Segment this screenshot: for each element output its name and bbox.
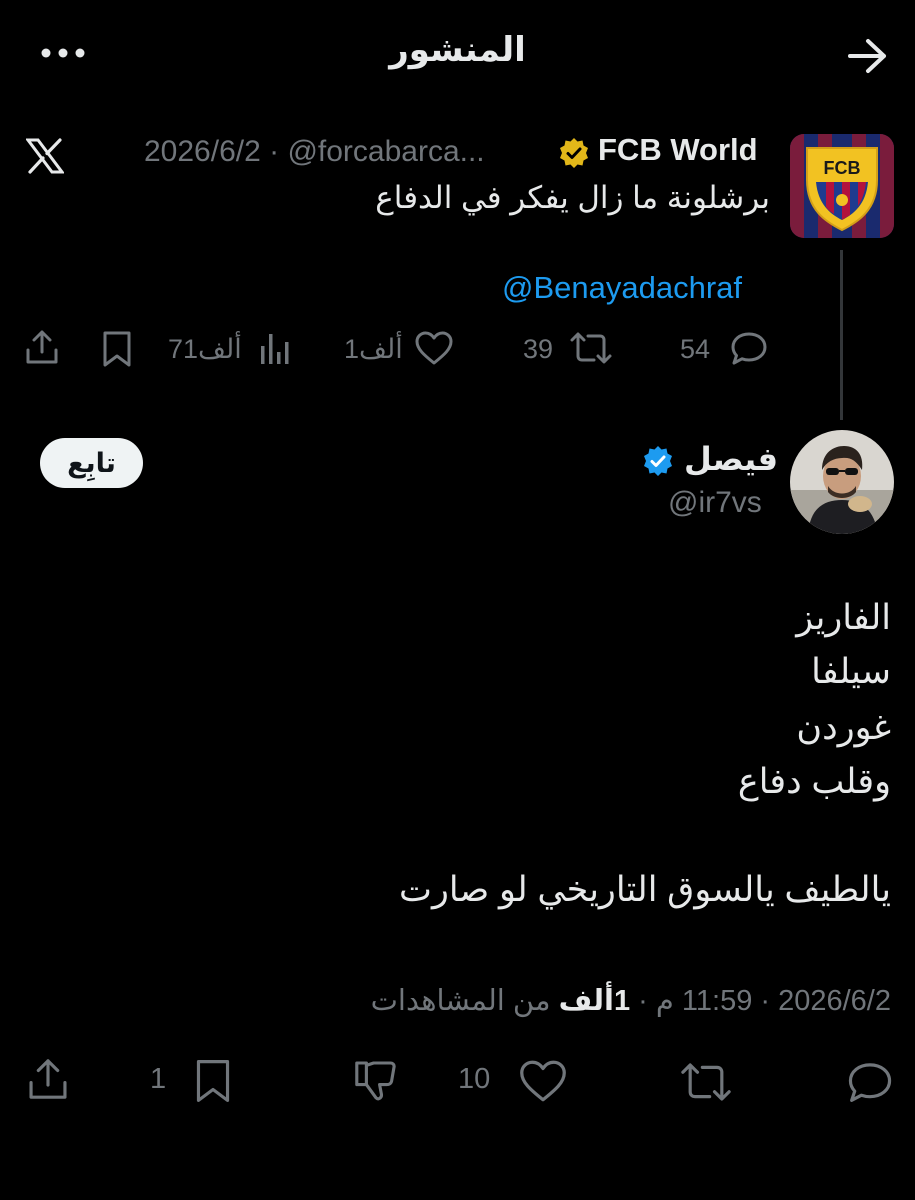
quoted-like-count: 1ألف bbox=[344, 334, 403, 364]
views-chart-icon[interactable] bbox=[258, 332, 292, 366]
author-handle[interactable]: @ir7vs bbox=[668, 486, 762, 520]
heart-icon[interactable] bbox=[414, 330, 454, 366]
quoted-reply-count: 54 bbox=[680, 334, 711, 364]
thumbs-down-icon[interactable] bbox=[352, 1058, 400, 1104]
quoted-tweet-text: برشلونة ما زال يفكر في الدفاع bbox=[375, 180, 770, 215]
quoted-views-count: 71ألف bbox=[168, 334, 242, 364]
tweet-text-line: وقلب دفاع bbox=[737, 762, 891, 801]
views-suffix: من المشاهدات bbox=[370, 985, 551, 1017]
meta-separator: · bbox=[638, 985, 656, 1017]
follow-button[interactable]: تابِع bbox=[40, 438, 143, 488]
quoted-author-name[interactable]: FCB World bbox=[598, 132, 758, 168]
heart-icon[interactable] bbox=[518, 1058, 568, 1104]
share-icon[interactable] bbox=[24, 328, 60, 366]
tweet-meta: من المشاهدات 1ألف · 11:59 م · 2026/6/2 bbox=[371, 983, 891, 1018]
bookmark-icon[interactable] bbox=[192, 1058, 234, 1104]
page-title: المنشور bbox=[389, 31, 526, 69]
quoted-repost-count: 39 bbox=[523, 334, 554, 364]
x-logo-icon bbox=[26, 138, 64, 174]
author-name[interactable]: فيصل bbox=[684, 440, 778, 478]
tweet-text-line: الفاريز bbox=[796, 598, 891, 637]
reply-icon[interactable] bbox=[730, 330, 768, 366]
avatar[interactable] bbox=[790, 430, 894, 534]
share-icon[interactable] bbox=[26, 1056, 70, 1102]
fcb-avatar-text: FCB bbox=[824, 158, 861, 178]
thread-line bbox=[840, 250, 843, 420]
more-horizontal-icon[interactable] bbox=[38, 40, 88, 66]
meta-separator: · bbox=[760, 985, 779, 1017]
like-count: 10 bbox=[458, 1063, 491, 1095]
fcb-avatar[interactable]: FCB bbox=[790, 134, 894, 238]
bookmark-count: 1 bbox=[150, 1063, 167, 1095]
reply-icon[interactable] bbox=[846, 1060, 894, 1104]
tweet-text-line: يالطيف يالسوق التاريخي لو صارت bbox=[399, 870, 891, 909]
repost-icon[interactable] bbox=[568, 330, 614, 366]
tweet-time: 11:59 م bbox=[655, 985, 753, 1017]
gold-verified-badge-icon bbox=[557, 136, 591, 170]
quoted-tweet-meta: 2026/6/2 · @forcabarca... bbox=[144, 135, 485, 168]
arrow-right-icon[interactable] bbox=[846, 36, 890, 76]
tweet-text-line: غوردن bbox=[796, 708, 891, 747]
bookmark-icon[interactable] bbox=[100, 330, 134, 368]
repost-icon[interactable] bbox=[678, 1060, 734, 1104]
tweet-text-line: سيلفا bbox=[811, 652, 891, 691]
tweet-date: 2026/6/2 bbox=[778, 985, 891, 1017]
views-value[interactable]: 1ألف bbox=[559, 985, 631, 1017]
quoted-tweet-mention-link[interactable]: @Benayadachraf bbox=[502, 270, 742, 306]
blue-verified-badge-icon bbox=[641, 444, 675, 478]
